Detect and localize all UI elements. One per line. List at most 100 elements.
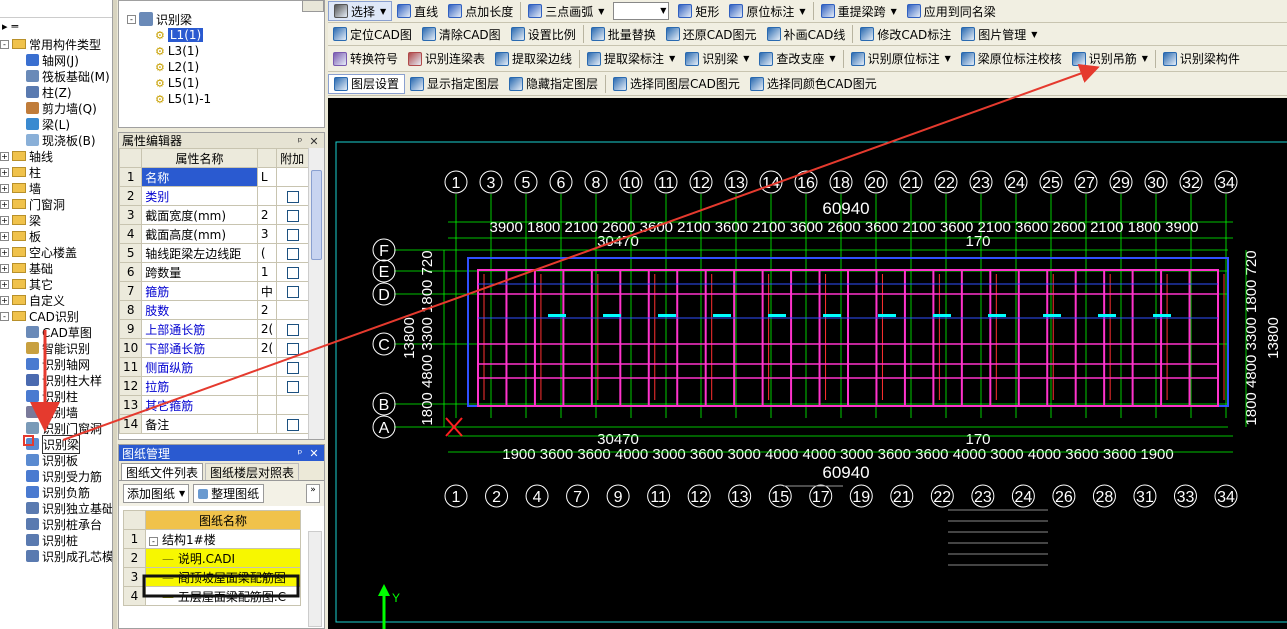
search-button[interactable]: [302, 0, 324, 12]
toolbar-button[interactable]: 识别原位标注 ▼: [846, 49, 956, 69]
search-box[interactable]: [0, 0, 112, 18]
chevron-down-icon[interactable]: ▼: [799, 7, 805, 16]
tree-item[interactable]: 现浇板(B): [0, 132, 112, 148]
chevron-down-icon[interactable]: ▼: [829, 54, 835, 63]
tree-item[interactable]: + 门窗洞: [0, 196, 112, 212]
tree-item[interactable]: - 常用构件类型: [0, 36, 112, 52]
drawing-row[interactable]: 1- 结构1#楼: [123, 529, 301, 549]
tree-item[interactable]: + 柱: [0, 164, 112, 180]
property-row[interactable]: 11 侧面纵筋: [119, 357, 309, 377]
tree-item[interactable]: 柱(Z): [0, 84, 112, 100]
tree-item[interactable]: CAD草图: [0, 324, 112, 340]
property-value[interactable]: L: [256, 167, 278, 187]
collapse-icon[interactable]: ▸: [2, 20, 8, 33]
toolbar-button[interactable]: 清除CAD图: [417, 24, 506, 44]
property-row[interactable]: 9 上部通长筋 2(: [119, 319, 309, 339]
property-row[interactable]: 13 其它箍筋: [119, 395, 309, 415]
chevron-down-icon[interactable]: ▼: [1142, 54, 1148, 63]
beam-tree-root[interactable]: - 识别梁: [127, 11, 324, 27]
drawing-scrollbar[interactable]: [308, 531, 322, 627]
toolbar-button[interactable]: 选择 ▼: [328, 1, 393, 21]
expand-icon[interactable]: +: [0, 183, 9, 193]
attach-checkbox[interactable]: [286, 228, 299, 241]
toolbar-button[interactable]: 图片管理 ▼: [956, 24, 1042, 44]
toolbar-button[interactable]: 识别梁构件: [1158, 49, 1245, 69]
tree-item[interactable]: + 空心楼盖: [0, 244, 112, 260]
collapse-icon[interactable]: -: [127, 14, 136, 24]
property-value[interactable]: 2: [256, 300, 278, 320]
property-value[interactable]: [256, 414, 278, 434]
tree-item[interactable]: + 板: [0, 228, 112, 244]
tab-floor-mapping[interactable]: 图纸楼层对照表: [205, 463, 300, 480]
attach-checkbox[interactable]: [286, 285, 299, 298]
chevron-down-icon[interactable]: ▼: [891, 7, 897, 16]
tree-item[interactable]: 识别桩承台: [0, 516, 112, 532]
toolbar-button[interactable]: 提取梁边线: [490, 49, 577, 69]
tree-item[interactable]: 识别柱: [0, 388, 112, 404]
toolbar-button[interactable]: 提取梁标注 ▼: [582, 49, 680, 69]
property-row[interactable]: 3 截面宽度(mm) 2: [119, 205, 309, 225]
chevron-down-icon[interactable]: ▼: [598, 7, 604, 16]
tree-item[interactable]: + 其它: [0, 276, 112, 292]
tree-item[interactable]: 识别负筋: [0, 484, 112, 500]
expand-icon[interactable]: +: [0, 279, 9, 289]
toolbar-button[interactable]: 直线: [392, 1, 443, 21]
close-icon[interactable]: ✕: [307, 447, 321, 460]
attach-checkbox[interactable]: [286, 190, 299, 203]
expand-icon[interactable]: +: [0, 151, 9, 161]
tree-item[interactable]: 剪力墙(Q): [0, 100, 112, 116]
tree-item[interactable]: 轴网(J): [0, 52, 112, 68]
chevron-down-icon[interactable]: ▼: [945, 54, 951, 63]
toolbar-button[interactable]: 三点画弧 ▼: [523, 1, 609, 21]
close-icon[interactable]: ✕: [307, 135, 321, 148]
property-row[interactable]: 12 拉筋: [119, 376, 309, 396]
property-value[interactable]: 1: [256, 262, 278, 282]
attach-checkbox[interactable]: [286, 266, 299, 279]
attach-checkbox[interactable]: [286, 418, 299, 431]
toolbar-button[interactable]: 隐藏指定图层: [504, 74, 603, 94]
beam-item[interactable]: ⚙ L2(1): [127, 59, 324, 75]
expand-icon[interactable]: +: [0, 167, 9, 177]
style-combobox[interactable]: ▼: [613, 2, 670, 20]
tree-item[interactable]: 识别柱大样: [0, 372, 112, 388]
tree-item[interactable]: 识别独立基础: [0, 500, 112, 516]
chevron-down-icon[interactable]: ▼: [1031, 30, 1037, 39]
property-value[interactable]: 2: [256, 205, 278, 225]
property-value[interactable]: [256, 395, 278, 415]
property-row[interactable]: 10 下部通长筋 2(: [119, 338, 309, 358]
property-value[interactable]: [256, 357, 278, 377]
attach-checkbox[interactable]: [286, 380, 299, 393]
property-scrollbar[interactable]: [308, 148, 324, 439]
toolbar-button[interactable]: 应用到同名梁: [902, 1, 1001, 21]
beam-item[interactable]: ⚙ L5(1)-1: [127, 91, 324, 107]
property-row[interactable]: 1 名称 L: [119, 167, 309, 187]
toolbar-button[interactable]: 图层设置: [328, 73, 406, 94]
tree-item[interactable]: 识别受力筋: [0, 468, 112, 484]
tree-item[interactable]: 识别成孔芯模: [0, 548, 112, 564]
toolbar-button[interactable]: 修改CAD标注: [855, 24, 956, 44]
property-row[interactable]: 14 备注: [119, 414, 309, 434]
tree-item[interactable]: + 自定义: [0, 292, 112, 308]
expand-icon[interactable]: +: [0, 247, 9, 257]
tree-item[interactable]: + 墙: [0, 180, 112, 196]
tree-item[interactable]: 识别桩: [0, 532, 112, 548]
attach-checkbox[interactable]: [286, 209, 299, 222]
chevron-down-icon[interactable]: ▼: [743, 54, 749, 63]
collapse-icon[interactable]: -: [0, 311, 9, 321]
property-row[interactable]: 8 肢数 2: [119, 300, 309, 320]
toolbar-button[interactable]: 设置比例: [506, 24, 581, 44]
tidy-drawing-button[interactable]: 整理图纸: [193, 484, 265, 503]
toolbar-button[interactable]: 定位CAD图: [328, 24, 417, 44]
attach-checkbox[interactable]: [286, 361, 299, 374]
property-row[interactable]: 7 箍筋中: [119, 281, 309, 301]
collapse-icon[interactable]: -: [0, 39, 9, 49]
expand-icon[interactable]: +: [0, 231, 9, 241]
expand-icon[interactable]: +: [0, 263, 9, 273]
property-value[interactable]: (: [256, 243, 278, 263]
property-value[interactable]: 2(: [256, 338, 278, 358]
toolbar-button[interactable]: 原位标注 ▼: [724, 1, 810, 21]
tree-item[interactable]: 识别轴网: [0, 356, 112, 372]
toolbar-button[interactable]: 查改支座 ▼: [754, 49, 840, 69]
left-panel-scrollbar[interactable]: [113, 0, 117, 629]
toolbar-button[interactable]: 选择同图层CAD图元: [608, 74, 745, 94]
